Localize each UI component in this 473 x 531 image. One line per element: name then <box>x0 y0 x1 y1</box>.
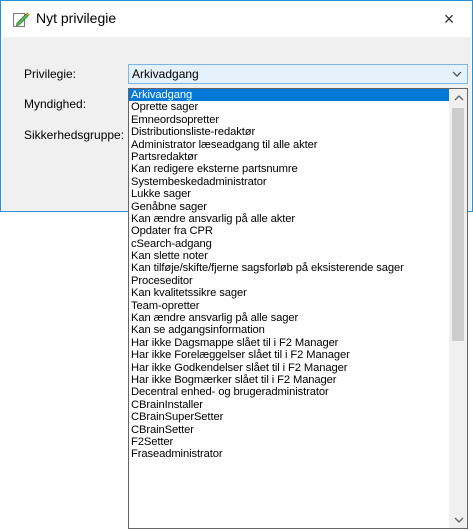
privilege-option[interactable]: Distributionsliste-redaktør <box>129 126 450 138</box>
privilege-option[interactable]: cSearch-adgang <box>129 238 450 250</box>
scroll-up-button[interactable] <box>450 89 467 106</box>
privilege-label: Privilegie: <box>24 67 77 81</box>
privilege-option[interactable]: CBrainSuperSetter <box>129 411 450 423</box>
privilege-option[interactable]: Arkivadgang <box>129 89 450 102</box>
privilege-option[interactable]: Decentral enhed- og brugeradministrator <box>129 386 450 398</box>
privilege-combobox[interactable]: Arkivadgang <box>128 64 468 84</box>
privilege-option[interactable]: Har ikke Bogmærker slået til i F2 Manage… <box>129 374 450 386</box>
close-button[interactable]: × <box>426 1 472 37</box>
dropdown-scrollbar[interactable] <box>449 89 467 528</box>
privilege-combobox-value: Arkivadgang <box>132 67 199 81</box>
privilege-options: Arkivadgang Oprette sager Emneordsopretter… <box>129 89 450 528</box>
scroll-down-button[interactable] <box>450 511 467 528</box>
title-bar: Nyt privilegie × <box>1 1 472 37</box>
privilege-option[interactable]: Proceseditor <box>129 275 450 287</box>
privilege-option[interactable]: Har ikke Godkendelser slået til i F2 Man… <box>129 362 450 374</box>
window-title: Nyt privilegie <box>36 10 117 26</box>
privilege-option[interactable]: Team-opretter <box>129 300 450 312</box>
privilege-option[interactable]: Fraseadministrator <box>129 448 450 460</box>
privilege-option[interactable]: Kan tilføje/skifte/fjerne sagsforløb på … <box>129 262 450 274</box>
chevron-down-icon[interactable] <box>451 67 463 81</box>
privilege-option[interactable]: Opdater fra CPR <box>129 225 450 237</box>
privilege-option[interactable]: Kan ændre ansvarlig på alle sager <box>129 312 450 324</box>
security-group-label: Sikkerhedsgruppe: <box>24 128 125 142</box>
chevron-down-icon <box>454 513 464 527</box>
privilege-dropdown-list[interactable]: Arkivadgang Oprette sager Emneordsopretter… <box>128 88 468 529</box>
privilege-option[interactable]: Administrator læseadgang til alle akter <box>129 139 450 151</box>
authority-label: Myndighed: <box>24 97 87 111</box>
privilege-option[interactable]: Systembeskedadministrator <box>129 176 450 188</box>
privilege-option[interactable]: Partsredaktør <box>129 151 450 163</box>
privilege-option[interactable]: Kan redigere eksterne partsnumre <box>129 163 450 175</box>
edit-document-icon <box>12 10 30 28</box>
privilege-option[interactable]: Kan slette noter <box>129 250 450 262</box>
privilege-option[interactable]: CBrainInstaller <box>129 399 450 411</box>
privilege-option[interactable]: Kan se adgangsinformation <box>129 324 450 336</box>
privilege-option[interactable]: Kan kvalitetssikre sager <box>129 287 450 299</box>
privilege-option[interactable]: Emneordsopretter <box>129 114 450 126</box>
privilege-option[interactable]: Lukke sager <box>129 188 450 200</box>
scroll-thumb[interactable] <box>452 108 464 341</box>
privilege-option[interactable]: Oprette sager <box>129 101 450 113</box>
privilege-option[interactable]: Kan ændre ansvarlig på alle akter <box>129 213 450 225</box>
privilege-option[interactable]: F2Setter <box>129 436 450 448</box>
privilege-option[interactable]: Har ikke Forelæggelser slået til i F2 Ma… <box>129 349 450 361</box>
chevron-up-icon <box>454 91 464 105</box>
privilege-option[interactable]: Genåbne sager <box>129 201 450 213</box>
privilege-option[interactable]: CBrainSetter <box>129 424 450 436</box>
privilege-option[interactable]: Har ikke Dagsmappe slået til i F2 Manage… <box>129 337 450 349</box>
